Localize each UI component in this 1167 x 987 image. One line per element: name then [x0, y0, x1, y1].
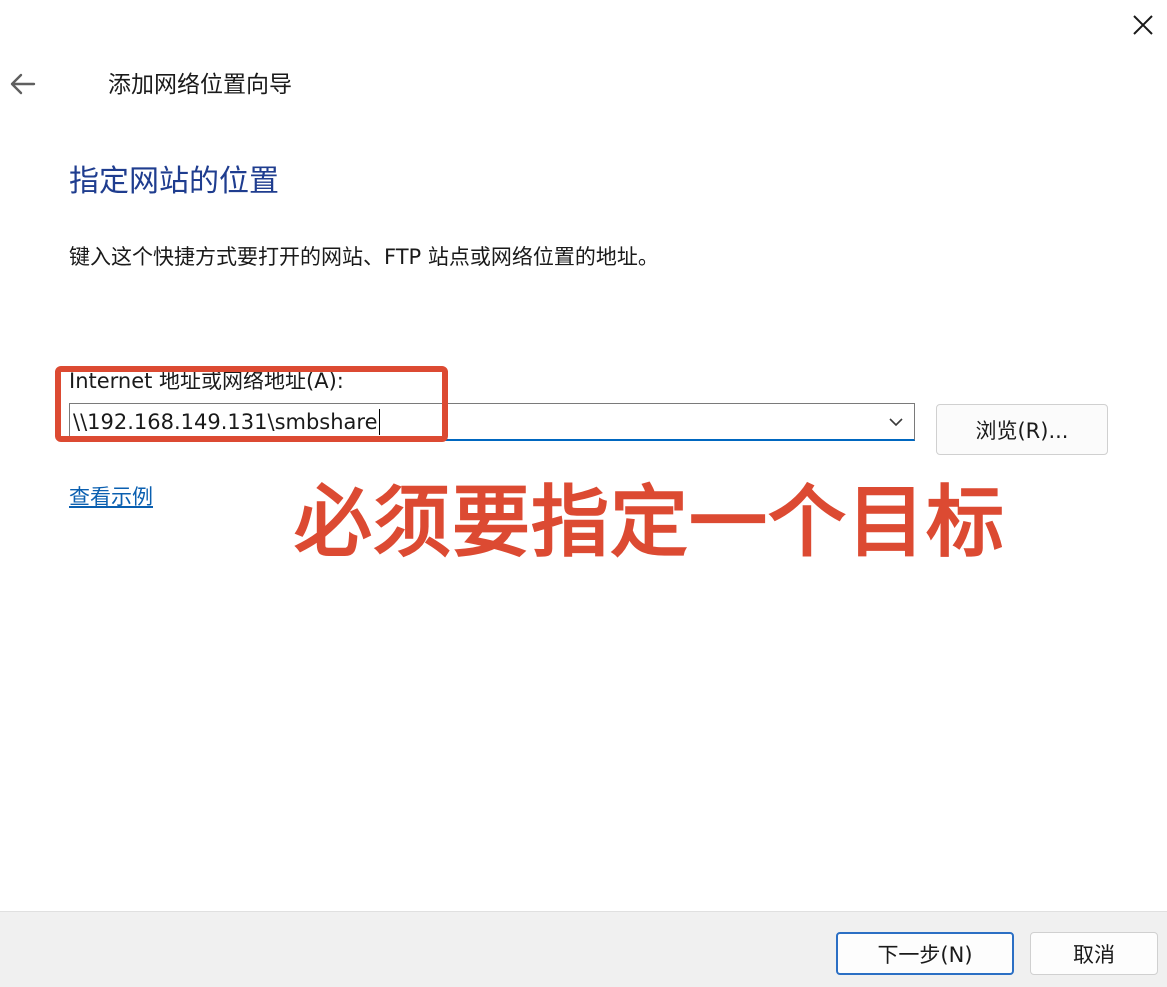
next-button[interactable]: 下一步(N)	[836, 932, 1014, 975]
close-button[interactable]	[1119, 0, 1167, 50]
view-example-link[interactable]: 查看示例	[69, 482, 153, 512]
wizard-window: 添加网络位置向导 指定网站的位置 键入这个快捷方式要打开的网站、FTP 站点或网…	[0, 0, 1167, 987]
address-combobox[interactable]: \\192.168.149.131\smbshare	[69, 403, 915, 441]
back-arrow-icon	[10, 73, 36, 95]
browse-button[interactable]: 浏览(R)...	[936, 404, 1108, 455]
text-caret	[378, 408, 380, 435]
address-label: Internet 地址或网络地址(A):	[69, 369, 344, 393]
annotation-text: 必须要指定一个目标	[294, 478, 1006, 568]
chevron-down-icon	[889, 417, 903, 426]
cancel-button[interactable]: 取消	[1030, 932, 1158, 975]
address-value: \\192.168.149.131\smbshare	[73, 409, 378, 434]
close-icon	[1133, 15, 1153, 35]
wizard-title: 添加网络位置向导	[108, 72, 292, 98]
back-button[interactable]	[4, 66, 40, 102]
page-description: 键入这个快捷方式要打开的网站、FTP 站点或网络位置的地址。	[69, 245, 659, 269]
page-heading: 指定网站的位置	[69, 164, 279, 199]
footer-bar: 下一步(N) 取消	[0, 911, 1167, 987]
address-input[interactable]: \\192.168.149.131\smbshare	[70, 404, 878, 439]
address-dropdown-button[interactable]	[878, 404, 914, 439]
